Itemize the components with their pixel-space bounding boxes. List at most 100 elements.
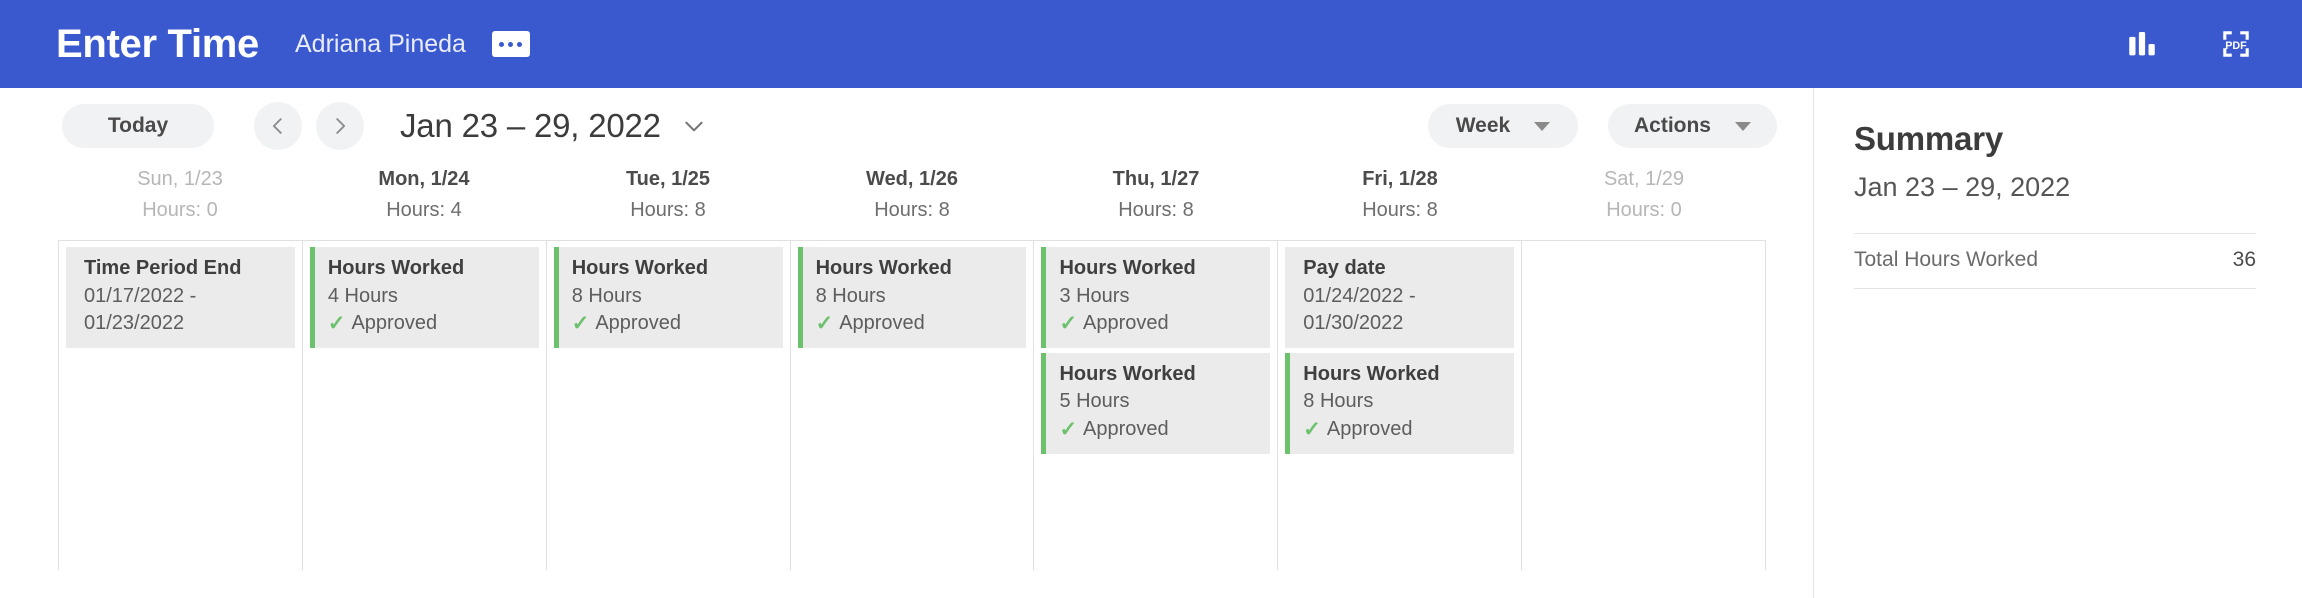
- chevron-down-icon: [685, 121, 703, 132]
- today-button[interactable]: Today: [62, 104, 214, 148]
- event-status: ✓ Approved: [328, 310, 464, 338]
- calendar-event-card[interactable]: Hours Worked 5 Hours ✓ Approved: [1041, 352, 1271, 454]
- event-status: ✓ Approved: [1303, 416, 1439, 444]
- calendar-event-card[interactable]: Hours Worked 3 Hours ✓ Approved: [1041, 247, 1271, 348]
- event-status-label: Approved: [595, 312, 681, 335]
- pdf-icon[interactable]: PDF: [2214, 22, 2258, 66]
- header-icon-group: PDF: [2120, 22, 2258, 66]
- calendar-pane: Today Jan 23 – 29, 2022 Week Actions Sun…: [0, 88, 1813, 598]
- calendar-grid-area: Sun, 1/23 Hours: 0 Mon, 1/24 Hours: 4 Tue, 1…: [0, 164, 1813, 570]
- caret-down-icon: [1735, 121, 1751, 131]
- app-header: Enter Time Adriana Pineda PDF: [0, 0, 2302, 88]
- event-title: Hours Worked: [815, 257, 952, 279]
- check-icon: ✓: [1059, 418, 1078, 442]
- week-nav-group: [254, 102, 364, 150]
- calendar-event-card[interactable]: Hours Worked 8 Hours ✓ Approved: [553, 247, 783, 348]
- day-header-name: Thu, 1/27: [1112, 168, 1200, 190]
- day-header-hours: Hours: 0: [142, 199, 218, 221]
- actions-label: Actions: [1633, 114, 1711, 137]
- event-body: Pay date 01/24/2022 - 01/30/2022: [1290, 247, 1425, 348]
- day-column[interactable]: Hours Worked 8 Hours ✓ Approved: [791, 241, 1035, 570]
- summary-pane: Summary Jan 23 – 29, 2022 Total Hours Wo…: [1813, 88, 2302, 598]
- event-title: Hours Worked: [327, 257, 465, 279]
- calendar-event-card[interactable]: Hours Worked 4 Hours ✓ Approved: [309, 247, 539, 348]
- bar-chart-icon[interactable]: [2120, 22, 2164, 66]
- calendar-event-card[interactable]: Time Period End 01/17/2022 - 01/23/2022: [66, 247, 295, 348]
- summary-rows: Total Hours Worked 36: [1854, 234, 2256, 289]
- summary-row-value: 36: [2232, 248, 2256, 271]
- calendar-toolbar: Today Jan 23 – 29, 2022 Week Actions: [0, 88, 1813, 164]
- day-header-hours: Hours: 8: [874, 199, 950, 221]
- summary-title: Summary: [1854, 120, 2004, 157]
- check-icon: ✓: [815, 312, 834, 336]
- event-body: Hours Worked 8 Hours ✓ Approved: [803, 247, 962, 348]
- event-body: Hours Worked 4 Hours ✓ Approved: [315, 247, 474, 348]
- event-status: ✓ Approved: [572, 310, 708, 338]
- dot-icon: [499, 41, 505, 47]
- summary-row-label: Total Hours Worked: [1854, 248, 2039, 271]
- date-range-selector[interactable]: Jan 23 – 29, 2022: [400, 107, 707, 145]
- day-header: Sun, 1/23 Hours: 0: [58, 164, 302, 226]
- event-detail-line: 3 Hours: [1059, 284, 1130, 307]
- event-status: ✓ Approved: [816, 310, 952, 338]
- day-header-hours: Hours: 4: [386, 199, 462, 221]
- day-header: Tue, 1/25 Hours: 8: [546, 164, 790, 226]
- prev-week-button[interactable]: [254, 102, 302, 150]
- day-header: Wed, 1/26 Hours: 8: [790, 164, 1034, 226]
- day-header: Sat, 1/29 Hours: 0: [1522, 164, 1766, 226]
- related-actions-button[interactable]: [491, 31, 530, 57]
- event-body: Hours Worked 3 Hours ✓ Approved: [1046, 247, 1205, 348]
- view-period-label: Week: [1455, 114, 1511, 137]
- event-detail-line: 8 Hours: [571, 284, 642, 307]
- day-header-name: Sat, 1/29: [1603, 168, 1685, 190]
- day-header-name: Mon, 1/24: [378, 168, 470, 190]
- day-column[interactable]: Hours Worked 3 Hours ✓ Approved Hours Worked…: [1034, 241, 1279, 570]
- view-period-dropdown[interactable]: Week: [1427, 104, 1578, 148]
- event-body: Time Period End 01/17/2022 - 01/23/2022: [71, 247, 251, 348]
- dot-icon: [517, 41, 523, 47]
- day-column[interactable]: Time Period End 01/17/2022 - 01/23/2022: [59, 241, 303, 570]
- check-icon: ✓: [571, 312, 590, 336]
- calendar-event-card[interactable]: Hours Worked 8 Hours ✓ Approved: [797, 247, 1027, 348]
- day-header: Fri, 1/28 Hours: 8: [1278, 164, 1522, 226]
- event-detail-line: 8 Hours: [1303, 390, 1374, 413]
- day-column[interactable]: Pay date 01/24/2022 - 01/30/2022 Hours Work…: [1278, 241, 1523, 570]
- date-range-label: Jan 23 – 29, 2022: [400, 107, 661, 144]
- event-title: Hours Worked: [1303, 362, 1440, 385]
- event-status-label: Approved: [1326, 417, 1413, 440]
- calendar-event-card[interactable]: Pay date 01/24/2022 - 01/30/2022: [1285, 247, 1515, 348]
- day-header-hours: Hours: 0: [1606, 199, 1682, 221]
- event-detail-line: 01/17/2022 -: [84, 284, 197, 307]
- event-status-label: Approved: [1083, 312, 1169, 335]
- day-header-hours: Hours: 8: [630, 199, 706, 221]
- svg-text:PDF: PDF: [2225, 40, 2247, 52]
- summary-row: Total Hours Worked 36: [1854, 234, 2256, 289]
- body-wrap: Today Jan 23 – 29, 2022 Week Actions Sun…: [0, 88, 2302, 598]
- calendar-grid: Time Period End 01/17/2022 - 01/23/2022 Hou…: [58, 240, 1766, 570]
- day-header: Thu, 1/27 Hours: 8: [1034, 164, 1278, 226]
- event-title: Hours Worked: [1059, 257, 1196, 279]
- day-column[interactable]: [1522, 241, 1765, 570]
- event-status-label: Approved: [351, 312, 438, 335]
- next-week-button[interactable]: [316, 102, 364, 150]
- chevron-right-icon: [336, 118, 346, 134]
- event-status-label: Approved: [839, 312, 925, 335]
- event-title: Pay date: [1303, 257, 1386, 279]
- page-title: Enter Time: [56, 22, 259, 66]
- subject-name: Adriana Pineda: [295, 29, 466, 58]
- dot-icon: [508, 41, 514, 47]
- day-header: Mon, 1/24 Hours: 4: [302, 164, 546, 226]
- event-body: Hours Worked 8 Hours ✓ Approved: [1290, 353, 1449, 454]
- day-header-name: Tue, 1/25: [625, 168, 711, 190]
- day-column[interactable]: Hours Worked 8 Hours ✓ Approved: [547, 241, 791, 570]
- check-icon: ✓: [1303, 418, 1321, 442]
- event-detail-line: 5 Hours: [1059, 390, 1130, 413]
- day-header-hours: Hours: 8: [1118, 199, 1194, 221]
- day-column[interactable]: Hours Worked 4 Hours ✓ Approved: [303, 241, 547, 570]
- calendar-event-card[interactable]: Hours Worked 8 Hours ✓ Approved: [1285, 352, 1515, 454]
- event-status: ✓ Approved: [1059, 310, 1195, 338]
- actions-dropdown[interactable]: Actions: [1607, 104, 1777, 148]
- day-header-row: Sun, 1/23 Hours: 0 Mon, 1/24 Hours: 4 Tue, 1…: [58, 164, 1766, 240]
- day-header-name: Wed, 1/26: [866, 168, 958, 190]
- chevron-left-icon: [272, 118, 282, 134]
